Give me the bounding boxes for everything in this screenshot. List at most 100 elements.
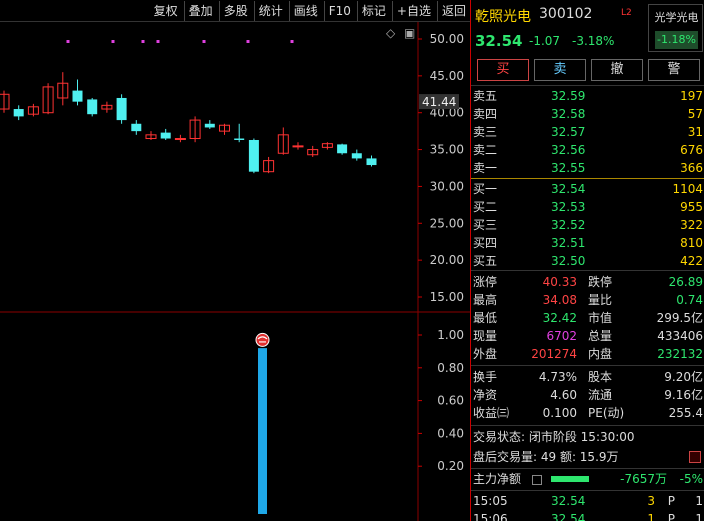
buy-order-row[interactable]: 买五 32.50 422 xyxy=(471,252,704,271)
diamond-icon: ◇ xyxy=(386,26,396,40)
toolbar-draw-line-button[interactable]: 画线 xyxy=(288,0,322,21)
buy-order-row[interactable]: 买三 32.52 322 xyxy=(471,216,704,235)
alert-button[interactable]: 警 xyxy=(648,59,700,81)
inner-volume-value: 232132 xyxy=(657,347,703,361)
toolbar-restore-rights-button[interactable]: 复权 xyxy=(150,1,182,21)
last-price: 32.54 xyxy=(475,32,523,50)
cancel-order-button[interactable]: 撤 xyxy=(591,59,643,81)
indicator-tick-label: 0.80 xyxy=(437,361,464,375)
price-axis-ticks: 50.0045.0040.0035.0030.0025.0020.0015.00… xyxy=(386,26,464,304)
price-tick-label: 25.00 xyxy=(430,216,464,230)
sell-button[interactable]: 卖 xyxy=(534,59,586,81)
candle-body xyxy=(248,139,259,172)
chart-icon[interactable] xyxy=(689,451,701,463)
high-value: 34.08 xyxy=(542,293,577,307)
signal-dot xyxy=(141,40,145,43)
price-tick-label: 35.00 xyxy=(430,143,464,157)
stock-code: 300102 xyxy=(539,6,593,22)
market-cap-value: 299.5亿 xyxy=(656,311,703,325)
settings-icon: ▣ xyxy=(404,26,415,40)
candle-body xyxy=(337,144,348,154)
tick-row: 15:06 32.54 1 P 1 xyxy=(473,512,703,521)
toolbar-back-button[interactable]: 返回 xyxy=(436,0,470,21)
buy-order-row[interactable]: 买二 32.53 955 xyxy=(471,198,704,217)
price-gridlines xyxy=(0,22,470,521)
stats-row: 外盘 201274 内盘 232132 xyxy=(471,345,704,364)
candle-body xyxy=(234,138,245,140)
toolbar-add-watchlist-button[interactable]: +自选 xyxy=(391,0,435,21)
stats-row: 涨停 40.33 跌停 26.89 xyxy=(471,273,704,292)
indicator-axis-ticks: 1.00 0.80 0.60 0.40 0.20 xyxy=(437,328,464,473)
sector-change: -1.18% xyxy=(655,31,698,49)
volume-ratio-value: 0.74 xyxy=(676,293,703,307)
sell-order-row[interactable]: 卖一 32.55 366 xyxy=(471,159,704,178)
flow-percent: -5% xyxy=(679,472,703,486)
sell-order-row[interactable]: 卖二 32.56 676 xyxy=(471,141,704,160)
signal-dot xyxy=(156,40,160,43)
trading-status: 交易状态: 闭市阶段 15:30:00 xyxy=(473,430,635,444)
turnover-value: 4.73% xyxy=(538,370,577,384)
net-asset-value: 4.60 xyxy=(550,388,577,402)
kline-chart[interactable]: 50.0045.0040.0035.0030.0025.0020.0015.00… xyxy=(0,22,470,521)
toolbar-overlay-button[interactable]: 叠加 xyxy=(183,0,217,21)
sector-name: 光学光电 xyxy=(654,11,699,24)
quote-panel: 乾照光电 300102 L2 32.54 -1.07 -3.18% 光学光电 -… xyxy=(470,0,704,521)
indicator-bars xyxy=(255,332,270,514)
level2-badge: L2 xyxy=(621,8,632,18)
current-volume-value: 6702 xyxy=(546,329,577,343)
candle-body xyxy=(351,153,362,159)
toolbar-multi-stock-button[interactable]: 多股 xyxy=(218,0,252,21)
share-capital-value: 9.20亿 xyxy=(664,370,703,384)
sell-order-row[interactable]: 卖三 32.57 31 xyxy=(471,123,704,142)
candle-body xyxy=(72,90,83,102)
sell-order-row[interactable]: 卖五 32.59 197 xyxy=(471,87,704,106)
candle-body xyxy=(116,97,127,121)
signal-dot xyxy=(66,40,70,43)
total-volume-value: 433406 xyxy=(657,329,703,343)
main-flow-row[interactable]: 主力净额 -7657万 -5% xyxy=(471,470,704,489)
after-hours-volume: 盘后交易量: 49 额: 15.9万 xyxy=(471,448,704,467)
limit-down-value: 26.89 xyxy=(668,275,703,289)
stats-row: 换手 4.73% 股本 9.20亿 xyxy=(471,368,704,387)
stats-row: 现量 6702 总量 433406 xyxy=(471,327,704,346)
tick-row: 15:05 32.54 3 P 1 xyxy=(473,494,703,508)
indicator-tick-label: 0.40 xyxy=(437,426,464,440)
eps-value: 0.100 xyxy=(542,406,577,420)
stats-row: 收益㈢ 0.100 PE(动) 255.4 xyxy=(471,404,704,423)
stock-name: 乾照光电 xyxy=(475,9,531,25)
indicator-tick-label: 0.60 xyxy=(437,394,464,408)
price-change: -1.07 xyxy=(529,34,561,48)
toolbar-statistics-button[interactable]: 统计 xyxy=(253,0,287,21)
candle-body xyxy=(366,158,377,166)
candle-body xyxy=(87,99,98,115)
limit-up-value: 40.33 xyxy=(542,275,577,289)
signal-dot xyxy=(246,40,250,43)
price-tick-label: 20.00 xyxy=(430,253,464,267)
signal-dot xyxy=(290,40,294,43)
candlesticks xyxy=(0,72,377,174)
candle-body xyxy=(174,138,186,141)
sector-box[interactable]: 光学光电 -1.18% xyxy=(648,4,703,52)
low-value: 32.42 xyxy=(542,311,577,325)
toolbar-mark-button[interactable]: 标记 xyxy=(356,0,390,21)
stats-row: 最低 32.42 市值 299.5亿 xyxy=(471,309,704,328)
price-tick-label: 15.00 xyxy=(430,290,464,304)
sell-order-row[interactable]: 卖四 32.58 57 xyxy=(471,105,704,124)
buy-button[interactable]: 买 xyxy=(477,59,529,81)
signal-marker-icon xyxy=(255,332,270,347)
signal-dots xyxy=(66,40,294,43)
price-tick-label: 45.00 xyxy=(430,69,464,83)
candle-body xyxy=(13,109,24,117)
flow-bar xyxy=(551,476,589,482)
flow-value: -7657万 xyxy=(620,472,667,486)
toolbar-f10-button[interactable]: F10 xyxy=(323,0,355,21)
candle-body xyxy=(131,123,142,132)
current-price-label: 41.44 xyxy=(422,95,456,109)
buy-order-row[interactable]: 买四 32.51 810 xyxy=(471,234,704,253)
candle-body xyxy=(292,145,304,148)
buy-order-row[interactable]: 买一 32.54 1104 xyxy=(471,180,704,199)
indicator-tick-label: 1.00 xyxy=(437,328,464,342)
candle-body xyxy=(204,123,215,128)
price-change-percent: -3.18% xyxy=(572,34,615,48)
pe-value: 255.4 xyxy=(668,406,703,420)
